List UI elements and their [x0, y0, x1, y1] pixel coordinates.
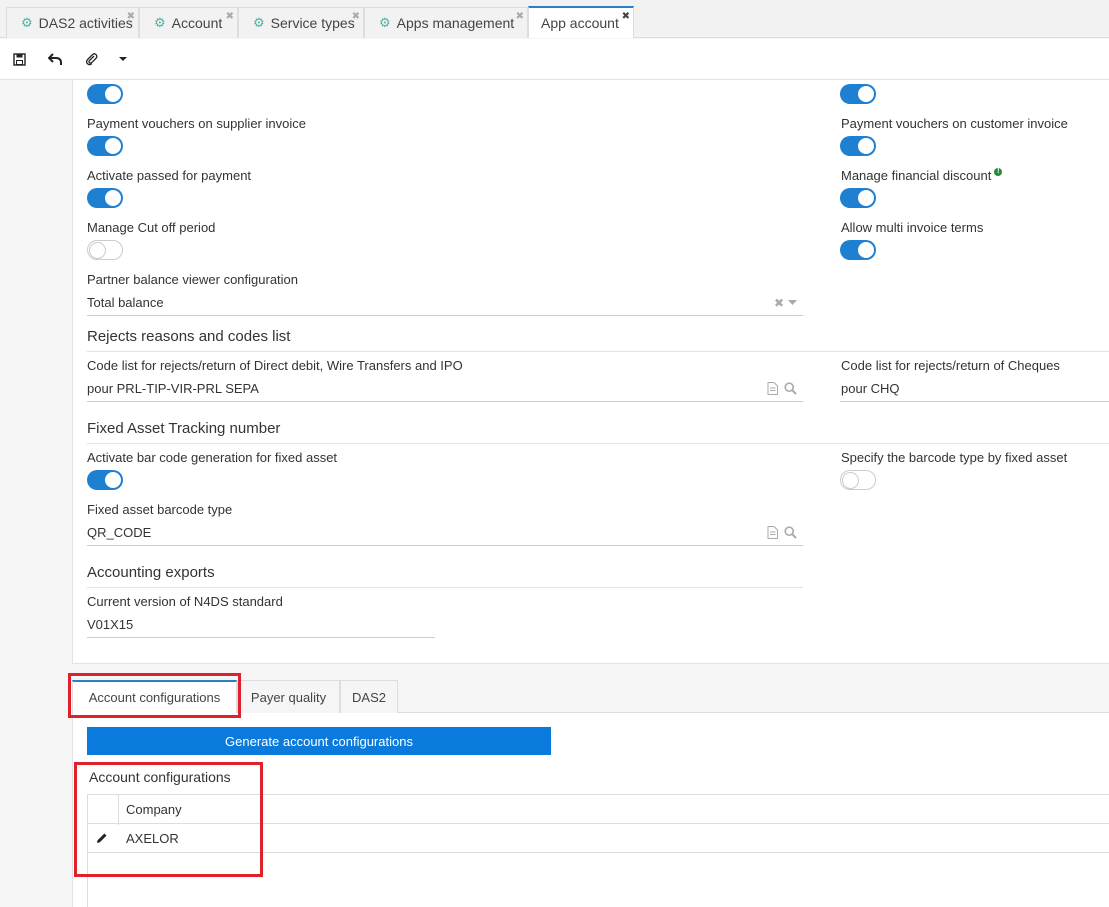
document-icon[interactable]: [767, 526, 778, 539]
tab-payer-quality[interactable]: Payer quality: [237, 680, 340, 713]
fixed-asset-section-title: Fixed Asset Tracking number: [87, 420, 281, 437]
search-icon[interactable]: [784, 526, 797, 539]
column-header-company[interactable]: Company: [126, 802, 182, 817]
gear-icon: ⚙: [154, 15, 166, 30]
field-underline: [87, 401, 803, 402]
tab-account-configurations[interactable]: Account configurations: [72, 680, 237, 713]
search-icon[interactable]: [784, 382, 797, 395]
chevron-down-icon[interactable]: [788, 300, 797, 305]
manage-cut-off-toggle[interactable]: [87, 240, 123, 260]
manage-financial-discount-text: Manage financial discount: [841, 168, 992, 183]
code-list-cheques-field[interactable]: pour CHQ: [841, 381, 900, 396]
document-icon[interactable]: [767, 382, 778, 395]
more-actions-button[interactable]: [113, 49, 133, 69]
tab-label: Payer quality: [250, 689, 327, 705]
account-configurations-grid: Company AXELOR: [87, 794, 1109, 907]
save-button[interactable]: [9, 49, 29, 69]
generate-account-configurations-button[interactable]: Generate account configurations: [87, 727, 551, 755]
caret-down-icon: [119, 57, 127, 61]
tab-das2-activities[interactable]: ⚙ DAS2 activities ✖: [6, 7, 139, 38]
account-configurations-title: Account configurations: [89, 769, 231, 785]
payment-vouchers-supplier-toggle[interactable]: [87, 136, 123, 156]
field-underline: [840, 401, 1109, 402]
accounting-exports-section-title: Accounting exports: [87, 564, 215, 581]
field-underline: [87, 545, 803, 546]
edit-pencil-icon[interactable]: [96, 832, 108, 844]
code-list-direct-debit-field[interactable]: pour PRL-TIP-VIR-PRL SEPA: [87, 381, 259, 396]
tab-bar: ⚙ DAS2 activities ✖ ⚙ Account ✖ ⚙ Servic…: [0, 0, 1109, 38]
manage-financial-discount-label: Manage financial discount!: [841, 168, 1003, 183]
save-icon: [12, 52, 26, 66]
partner-balance-select[interactable]: Total balance: [87, 295, 164, 310]
info-icon[interactable]: !: [994, 168, 1003, 176]
gear-icon: ⚙: [253, 15, 265, 30]
field-underline: [87, 637, 435, 638]
tab-label: Apps management: [396, 15, 515, 31]
payment-vouchers-supplier-label: Payment vouchers on supplier invoice: [87, 116, 306, 131]
close-icon[interactable]: ✖: [352, 11, 360, 22]
top-left-toggle[interactable]: [87, 84, 123, 104]
tab-service-types[interactable]: ⚙ Service types ✖: [238, 7, 364, 38]
tab-label: App account: [541, 15, 619, 31]
fixed-asset-barcode-type-label: Fixed asset barcode type: [87, 502, 233, 517]
payment-vouchers-customer-label: Payment vouchers on customer invoice: [841, 116, 1068, 131]
undo-icon: [47, 52, 62, 65]
bottom-tab-bar: Account configurations Payer quality DAS…: [72, 680, 1109, 713]
tab-label: Account: [171, 15, 223, 31]
close-icon[interactable]: ✖: [622, 11, 630, 22]
undo-button[interactable]: [45, 49, 65, 69]
specify-barcode-label: Specify the barcode type by fixed asset: [841, 450, 1068, 465]
close-icon[interactable]: ✖: [516, 11, 524, 22]
allow-multi-invoice-terms-label: Allow multi invoice terms: [841, 220, 984, 235]
code-list-cheques-label: Code list for rejects/return of Cheques: [841, 358, 1060, 373]
activate-passed-label: Activate passed for payment: [87, 168, 252, 183]
section-divider: [87, 587, 803, 588]
activate-barcode-label: Activate bar code generation for fixed a…: [87, 450, 338, 465]
section-divider: [87, 443, 1109, 444]
attachment-button[interactable]: [81, 49, 101, 69]
specify-barcode-toggle[interactable]: [840, 470, 876, 490]
activate-barcode-toggle[interactable]: [87, 470, 123, 490]
gear-icon: ⚙: [21, 15, 33, 30]
activate-passed-toggle[interactable]: [87, 188, 123, 208]
partner-balance-label: Partner balance viewer configuration: [87, 272, 299, 287]
attachment-icon: [85, 53, 97, 66]
tab-das2[interactable]: DAS2: [340, 680, 398, 713]
n4ds-version-label: Current version of N4DS standard: [87, 594, 283, 609]
rejects-section-title: Rejects reasons and codes list: [87, 328, 291, 345]
left-gutter: [0, 80, 72, 907]
manage-financial-discount-toggle[interactable]: [840, 188, 876, 208]
payment-vouchers-customer-toggle[interactable]: [840, 136, 876, 156]
tab-app-account[interactable]: App account ✖: [528, 6, 634, 38]
tab-apps-management[interactable]: ⚙ Apps management ✖: [364, 7, 528, 38]
tab-label: Service types: [270, 15, 355, 31]
top-right-toggle[interactable]: [840, 84, 876, 104]
grid-header-row: Company: [88, 794, 1109, 825]
close-icon[interactable]: ✖: [226, 11, 234, 22]
section-divider: [87, 351, 1109, 352]
n4ds-version-field[interactable]: V01X15: [87, 617, 133, 632]
toolbar: [0, 39, 1109, 80]
fixed-asset-barcode-type-field[interactable]: QR_CODE: [87, 525, 151, 540]
tab-label: Account configurations: [88, 690, 221, 705]
company-cell: AXELOR: [126, 831, 179, 846]
allow-multi-invoice-terms-toggle[interactable]: [840, 240, 876, 260]
tab-label: DAS2: [352, 689, 386, 705]
tab-label: DAS2 activities: [38, 15, 133, 31]
table-row[interactable]: AXELOR: [88, 824, 1109, 853]
close-icon[interactable]: ✖: [127, 11, 135, 22]
tab-account[interactable]: ⚙ Account ✖: [139, 7, 238, 38]
manage-cut-off-label: Manage Cut off period: [87, 220, 216, 235]
field-underline: [87, 315, 803, 316]
code-list-direct-debit-label: Code list for rejects/return of Direct d…: [87, 358, 463, 373]
gear-icon: ⚙: [379, 15, 391, 30]
clear-icon[interactable]: ✖: [774, 296, 784, 310]
